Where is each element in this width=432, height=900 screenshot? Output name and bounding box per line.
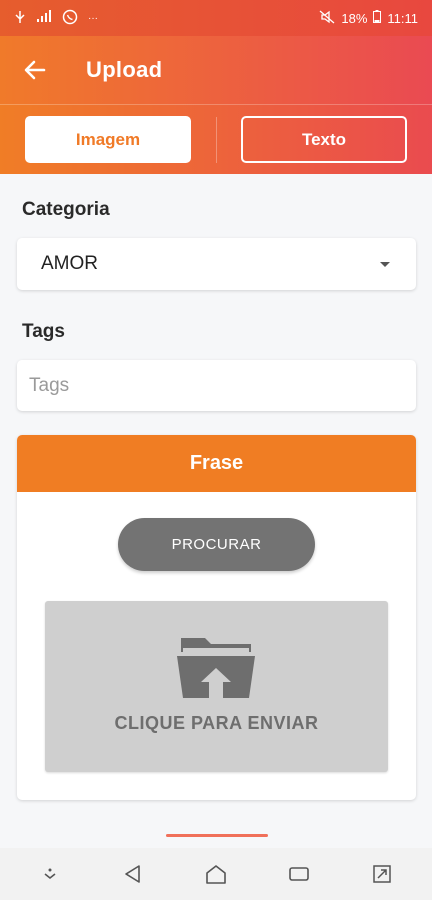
hide-nav-button[interactable]	[30, 854, 70, 894]
tab-imagem[interactable]: Imagem	[25, 116, 191, 163]
expand-icon	[373, 865, 392, 883]
tab-divider	[216, 117, 217, 163]
tab-bar: Imagem Texto	[0, 104, 432, 174]
battery-percent: 18%	[341, 10, 368, 26]
dropzone-text: CLIQUE PARA ENVIAR	[114, 713, 319, 733]
tab-texto[interactable]: Texto	[241, 116, 407, 163]
dropdown-caret-icon	[380, 262, 390, 267]
back-button[interactable]	[0, 36, 70, 104]
nav-home-button[interactable]	[196, 854, 236, 894]
nav-back-button[interactable]	[113, 854, 153, 894]
status-bar: ··· 18% 11:11	[0, 0, 432, 36]
mute-icon	[319, 10, 335, 27]
app-bar: Upload	[0, 36, 432, 104]
nav-expand-button[interactable]	[362, 854, 402, 894]
hide-nav-icon	[44, 868, 56, 880]
categoria-label: Categoria	[22, 199, 110, 220]
nav-recents-button[interactable]	[279, 854, 319, 894]
clock: 11:11	[387, 10, 418, 26]
page-title: Upload	[86, 57, 163, 82]
categoria-selected-value: AMOR	[41, 253, 98, 274]
categoria-select[interactable]: AMOR	[17, 238, 416, 290]
back-triangle-icon	[124, 865, 140, 883]
procurar-button[interactable]: PROCURAR	[118, 518, 315, 571]
more-icon: ···	[88, 12, 98, 24]
frase-header: Frase	[17, 435, 416, 492]
tags-label: Tags	[22, 321, 65, 342]
upload-dropzone[interactable]: CLIQUE PARA ENVIAR	[45, 601, 388, 772]
battery-icon	[373, 10, 382, 26]
recents-icon	[289, 867, 309, 881]
folder-upload-icon	[177, 638, 255, 698]
usb-icon	[14, 10, 26, 27]
frase-card: Frase PROCURAR CLIQUE PARA ENVIAR	[17, 435, 416, 800]
signal-icon	[36, 10, 52, 26]
tags-field[interactable]	[17, 360, 416, 411]
scroll-indicator	[166, 834, 268, 837]
home-icon	[206, 865, 226, 884]
tags-input[interactable]	[29, 360, 404, 411]
whatsapp-icon	[62, 9, 78, 28]
arrow-left-icon	[24, 60, 46, 80]
system-nav-bar	[0, 848, 432, 900]
